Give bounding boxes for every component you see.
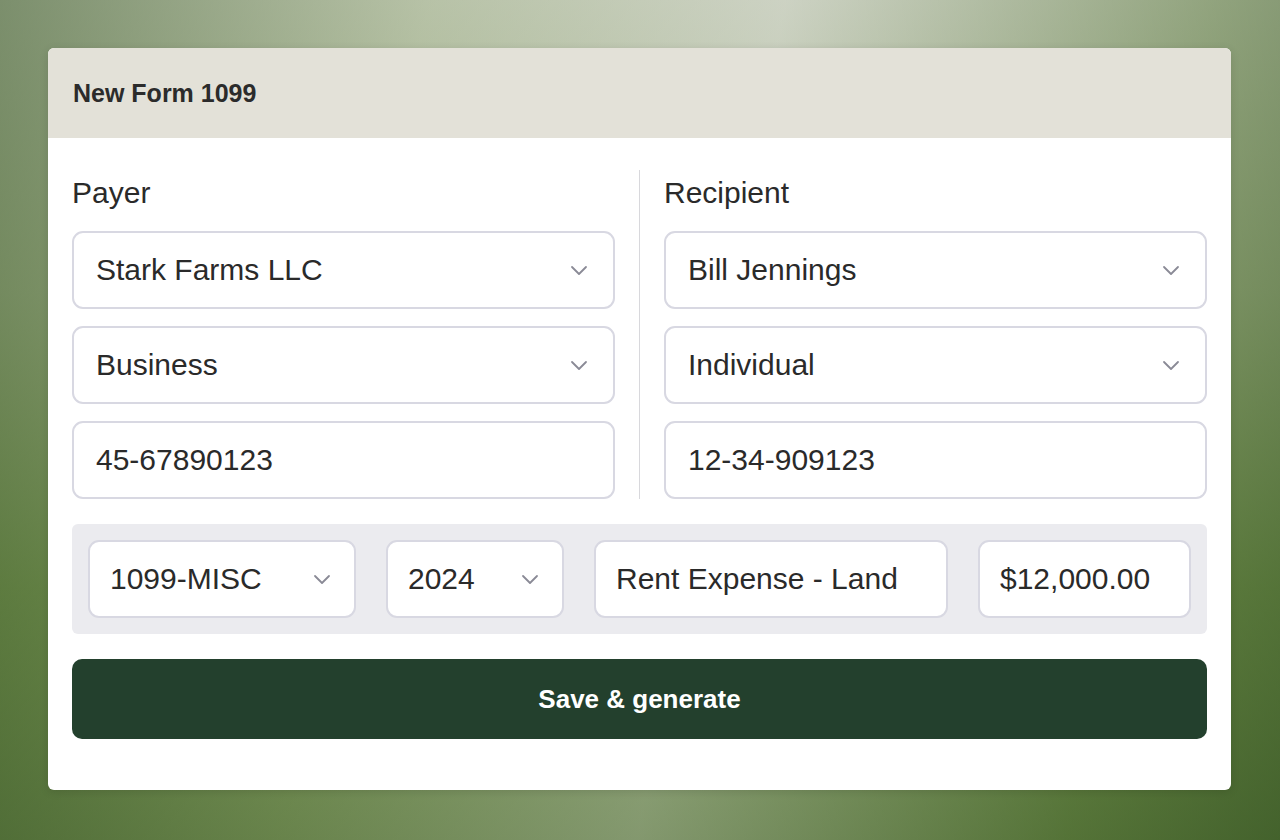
save-generate-button[interactable]: Save & generate <box>72 659 1207 739</box>
chevron-down-icon <box>567 353 591 377</box>
card-body: Payer Stark Farms LLC Business 45-67890123 R… <box>48 138 1231 739</box>
recipient-column: Recipient Bill Jennings Individual 12-34-90… <box>664 170 1207 499</box>
text-field[interactable]: 12-34-909123 <box>664 421 1207 499</box>
payer-column: Payer Stark Farms LLC Business 45-67890123 <box>72 170 615 499</box>
parties: Payer Stark Farms LLC Business 45-67890123 R… <box>72 170 1207 499</box>
column-divider <box>639 170 640 499</box>
chevron-down-icon <box>310 567 334 591</box>
card-title: New Form 1099 <box>73 79 256 108</box>
card-header: New Form 1099 <box>48 48 1231 138</box>
field-photo-background: New Form 1099 Payer Stark Farms LLC Busines… <box>0 0 1280 840</box>
tax-year-select[interactable]: 2024 <box>386 540 564 618</box>
form-card: New Form 1099 Payer Stark Farms LLC Busines… <box>48 48 1231 790</box>
amount-field[interactable]: $12,000.00 <box>978 540 1191 618</box>
section-heading: Payer <box>72 170 615 210</box>
chevron-down-icon <box>1159 353 1183 377</box>
select-field[interactable]: Bill Jennings <box>664 231 1207 309</box>
chevron-down-icon <box>518 567 542 591</box>
chevron-down-icon <box>567 258 591 282</box>
details-strip: 1099-MISC 2024 Rent Expense - Land $12,000.… <box>72 524 1207 634</box>
category-field[interactable]: Rent Expense - Land <box>594 540 948 618</box>
select-field[interactable]: Individual <box>664 326 1207 404</box>
chevron-down-icon <box>1159 258 1183 282</box>
form-type-select[interactable]: 1099-MISC <box>88 540 356 618</box>
select-field[interactable]: Stark Farms LLC <box>72 231 615 309</box>
section-heading: Recipient <box>664 170 1207 210</box>
text-field[interactable]: 45-67890123 <box>72 421 615 499</box>
select-field[interactable]: Business <box>72 326 615 404</box>
